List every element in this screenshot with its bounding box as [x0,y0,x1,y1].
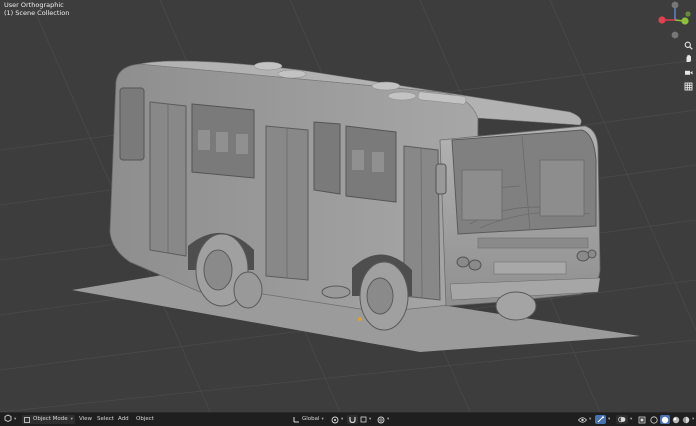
menu-add[interactable]: Add [118,415,129,424]
rendered-shading-icon[interactable] [682,416,690,424]
gizmo-toggle[interactable]: ▾ [595,415,610,424]
overlay-icon [618,416,626,423]
hand-pan-icon[interactable] [683,53,694,64]
chevron-down-icon: ▾ [321,417,324,422]
view3d-icon [4,413,12,426]
material-shading-icon[interactable] [672,416,680,424]
z-axis-icon [671,1,679,9]
chevron-down-icon: ▾ [692,417,695,422]
collection-label: (1) Scene Collection [4,9,70,17]
chevron-down-icon: ▾ [630,417,633,422]
y-axis-icon [681,17,689,25]
x-axis-icon [658,16,666,24]
mode-selector[interactable]: Object Mode ▾ [22,415,75,424]
chevron-down-icon: ▾ [608,417,611,422]
chevron-down-icon: ▾ [387,417,390,422]
view-name-label: User Orthographic [4,1,64,9]
chevron-down-icon: ▾ [14,417,17,422]
snap-target-icon[interactable] [360,416,367,423]
overlay-toggle[interactable]: ▾ [616,415,632,424]
orientation-label: Global [302,416,320,422]
3d-viewport[interactable]: User Orthographic (1) Scene Collection [0,0,696,412]
proportional-icon [377,416,385,423]
menu-view[interactable]: View [79,415,92,424]
shading-mode-group[interactable]: ▾ [650,415,694,424]
xray-toggle[interactable] [638,415,646,424]
navigation-gizmo[interactable] [655,0,696,42]
editor-type-selector[interactable]: ▾ [4,413,17,426]
camera-icon[interactable] [683,67,694,78]
visibility-icon [578,416,587,423]
viewport-header: ▾ Object Mode ▾ View Select Add Object G… [0,412,696,426]
chevron-down-icon: ▾ [369,417,372,422]
pivot-point-selector[interactable]: ▾ [331,415,343,424]
visibility-selector[interactable]: ▾ [578,415,591,424]
proportional-editing-toggle[interactable]: ▾ [377,415,389,424]
xray-icon [638,416,646,423]
snap-toggle[interactable]: ▾ [347,415,371,424]
wireframe-shading-icon[interactable] [650,415,658,424]
menu-select[interactable]: Select [97,415,114,424]
menu-object[interactable]: Object [136,415,154,424]
zoom-icon[interactable] [683,40,694,51]
solid-shading-icon[interactable] [661,416,669,424]
chevron-down-icon: ▾ [341,417,344,422]
chevron-down-icon: ▾ [589,417,592,422]
bus-scene [0,0,696,412]
transform-orientation-selector[interactable]: Global ▾ [293,415,324,424]
pivot-icon [331,416,339,423]
magnet-icon [349,417,356,423]
mode-label: Object Mode [33,416,68,422]
object-mode-icon [24,416,30,423]
gizmo-icon [597,416,604,423]
orientation-icon [293,417,299,423]
chevron-down-icon: ▾ [70,417,73,422]
grid-icon[interactable] [683,81,694,92]
